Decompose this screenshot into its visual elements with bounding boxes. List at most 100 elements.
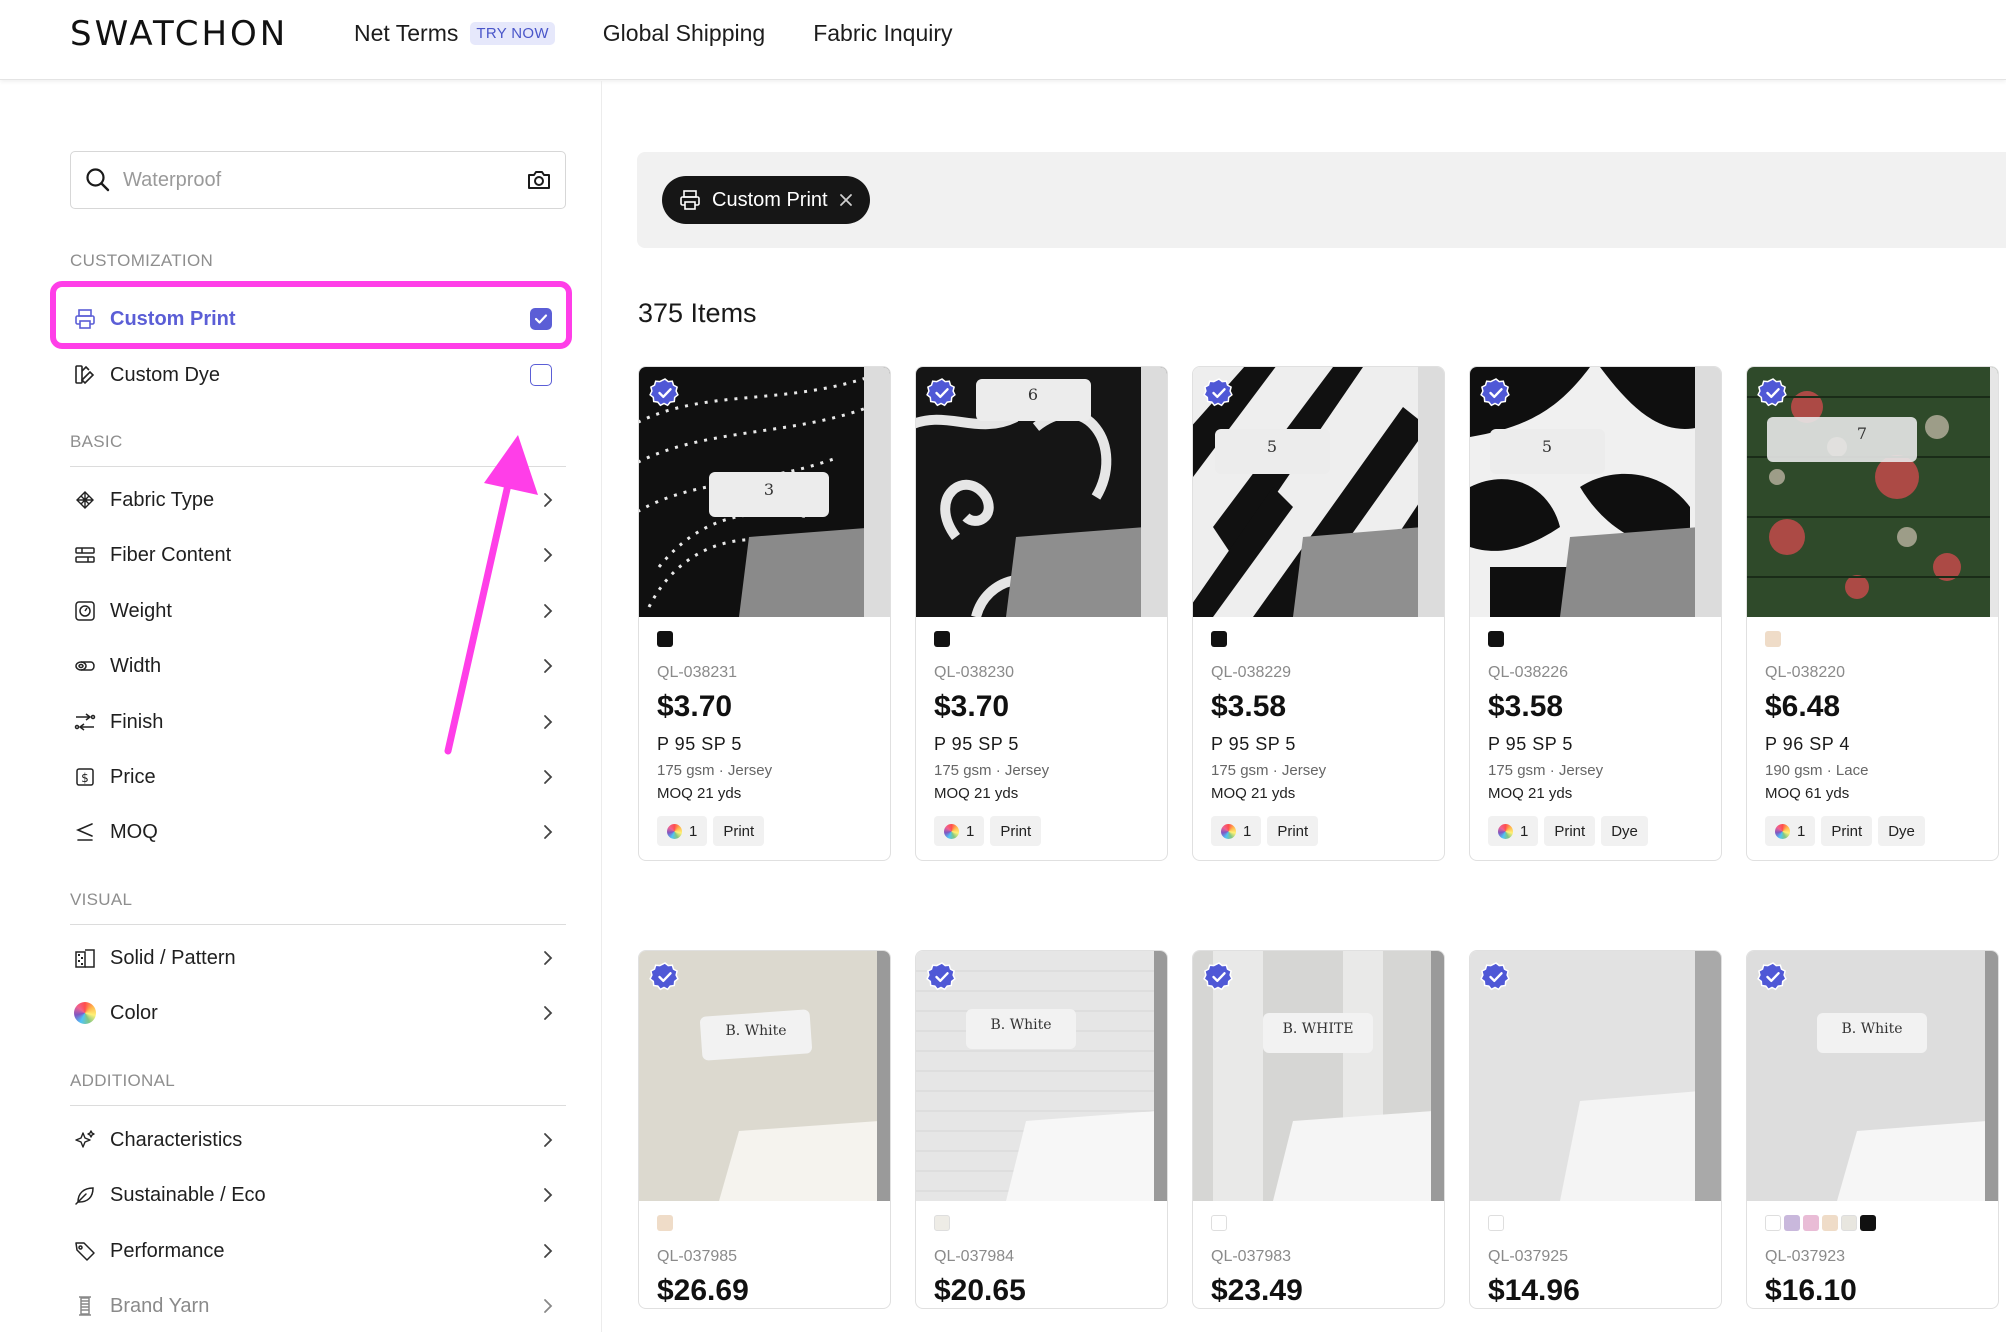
product-moq: MOQ 61 yds — [1765, 785, 1850, 802]
additional-divider — [70, 1105, 566, 1106]
product-price: $26.69 — [657, 1274, 749, 1307]
filter-finish[interactable]: Finish — [70, 702, 566, 742]
custom-dye-checkbox[interactable] — [530, 364, 552, 386]
fabric-type: Jersey — [1558, 762, 1604, 779]
product-price: $20.65 — [934, 1274, 1026, 1307]
filter-fabric-type[interactable]: Fabric Type — [70, 480, 566, 520]
customization-tag: Print — [713, 816, 765, 846]
color-count: 1 — [966, 822, 975, 840]
fabric-tag-label: B. WHITE — [1283, 1021, 1354, 1037]
product-image[interactable]: B. White — [1747, 951, 1998, 1201]
product-card[interactable]: B. WHITE QL-037983 $23.49 — [1192, 950, 1445, 1309]
tag-icon — [70, 1236, 100, 1266]
filter-width-label: Width — [110, 654, 162, 677]
filter-custom-dye[interactable]: Custom Dye — [70, 355, 566, 395]
product-image[interactable]: 5 — [1470, 367, 1721, 617]
product-info: QL-037925 $14.96 — [1470, 1201, 1721, 1308]
fabric-tag-label: 5 — [1267, 437, 1277, 456]
fabric-spec: 175 gsm · Jersey — [934, 762, 1050, 779]
color-swatches — [1765, 631, 1980, 648]
filter-solid-pattern[interactable]: Solid / Pattern — [70, 938, 566, 978]
filter-moq-label: MOQ — [110, 820, 158, 843]
product-card[interactable]: B. White QL-037923 $16.10 — [1746, 950, 1999, 1309]
filter-brand-yarn[interactable]: Brand Yarn — [70, 1286, 566, 1326]
swatchon-logo[interactable]: SWATCHON — [70, 14, 288, 54]
product-image[interactable]: B. White — [639, 951, 890, 1201]
product-image[interactable]: 6 — [916, 367, 1167, 617]
custom-print-checkbox[interactable] — [530, 308, 552, 330]
finish-icon — [70, 707, 100, 737]
color-swatch — [934, 631, 950, 647]
filter-performance[interactable]: Performance — [70, 1231, 566, 1271]
color-swatches — [1211, 1215, 1426, 1232]
nav-global-shipping[interactable]: Global Shipping — [603, 20, 765, 47]
product-image[interactable]: 3 — [639, 367, 890, 617]
active-filter-label: Custom Print — [712, 188, 828, 211]
camera-icon[interactable] — [525, 166, 553, 194]
filter-color[interactable]: Color — [70, 993, 566, 1033]
close-icon[interactable] — [838, 192, 854, 208]
customization-tag: Dye — [1601, 816, 1648, 846]
chevron-right-icon — [544, 1188, 553, 1202]
verified-badge-icon — [1203, 962, 1233, 991]
color-swatches — [934, 631, 1149, 648]
visual-section-title: VISUAL — [70, 890, 133, 909]
active-filter-chip-custom-print[interactable]: Custom Print — [662, 176, 870, 224]
filter-sustainable-eco[interactable]: Sustainable / Eco — [70, 1175, 566, 1215]
filter-custom-print-label: Custom Print — [110, 307, 236, 330]
product-card[interactable]: B. White QL-037985 $26.69 — [638, 950, 891, 1309]
product-info: QL-037984 $20.65 — [916, 1201, 1167, 1308]
fabric-weight: 175 gsm — [934, 762, 992, 779]
product-card[interactable]: QL-037925 $14.96 — [1469, 950, 1722, 1309]
product-image[interactable]: 5 — [1193, 367, 1444, 617]
product-info: QL-038220 $6.48 P 96 SP 4 190 gsm · Lace… — [1747, 617, 1998, 846]
fabric-spec: 190 gsm · Lace — [1765, 762, 1869, 779]
search-input[interactable] — [123, 168, 525, 192]
product-card[interactable]: 7 QL-038220 $6.48 P 96 SP 4 190 gsm · La… — [1746, 366, 1999, 861]
product-image[interactable] — [1470, 951, 1721, 1201]
product-image[interactable]: B. WHITE — [1193, 951, 1444, 1201]
product-card[interactable]: 3 QL-038231 $3.70 P 95 SP 5 175 gsm · Je… — [638, 366, 891, 861]
color-count-tag: 1 — [657, 816, 708, 846]
product-card[interactable]: 5 QL-038229 $3.58 P 95 SP 5 175 gsm · Je… — [1192, 366, 1445, 861]
fabric-tag-label: 5 — [1542, 437, 1552, 456]
search-box — [70, 151, 566, 209]
verified-badge-icon — [926, 962, 956, 991]
filter-custom-print[interactable]: Custom Print — [70, 299, 566, 339]
filter-price[interactable]: $ Price — [70, 757, 566, 797]
weight-scale-icon — [70, 596, 100, 626]
printer-icon — [70, 304, 100, 334]
product-image[interactable]: 7 — [1747, 367, 1998, 617]
chevron-right-icon — [544, 951, 553, 965]
product-code: QL-037925 — [1488, 1248, 1569, 1265]
active-filters-bar: Custom Print — [637, 152, 2006, 248]
fiber-composition: P 95 SP 5 — [657, 734, 742, 754]
product-price: $3.58 — [1488, 690, 1564, 723]
product-price: $3.70 — [657, 690, 733, 723]
fabric-tag-label: B. White — [1842, 1021, 1903, 1037]
product-code: QL-038230 — [934, 664, 1015, 681]
svg-text:$: $ — [81, 771, 89, 785]
filter-fiber-content[interactable]: Fiber Content — [70, 535, 566, 575]
items-count: 375 Items — [638, 298, 757, 328]
fabric-spec: 175 gsm · Jersey — [657, 762, 773, 779]
nav-net-terms[interactable]: Net Terms TRY NOW — [354, 20, 555, 47]
filter-moq[interactable]: MOQ — [70, 812, 566, 852]
nav-fabric-inquiry[interactable]: Fabric Inquiry — [813, 20, 952, 47]
product-card[interactable]: 5 QL-038226 $3.58 P 95 SP 5 175 gsm · Je… — [1469, 366, 1722, 861]
color-count: 1 — [1243, 822, 1252, 840]
product-card[interactable]: 6 QL-038230 $3.70 P 95 SP 5 175 gsm · Je… — [915, 366, 1168, 861]
color-wheel-icon — [1498, 823, 1513, 839]
verified-badge-icon — [1480, 962, 1510, 991]
product-card[interactable]: B. White QL-037984 $20.65 — [915, 950, 1168, 1309]
product-image[interactable]: B. White — [916, 951, 1167, 1201]
filter-width[interactable]: Width — [70, 646, 566, 686]
filter-weight[interactable]: Weight — [70, 591, 566, 631]
color-swatch — [657, 631, 673, 647]
color-wheel-icon — [1221, 823, 1236, 839]
color-swatch — [1841, 1215, 1857, 1231]
product-tags: 1 Print Dye — [1765, 816, 1980, 846]
color-swatch — [934, 1215, 950, 1231]
filter-characteristics[interactable]: Characteristics — [70, 1120, 566, 1160]
product-code: QL-038220 — [1765, 664, 1846, 681]
